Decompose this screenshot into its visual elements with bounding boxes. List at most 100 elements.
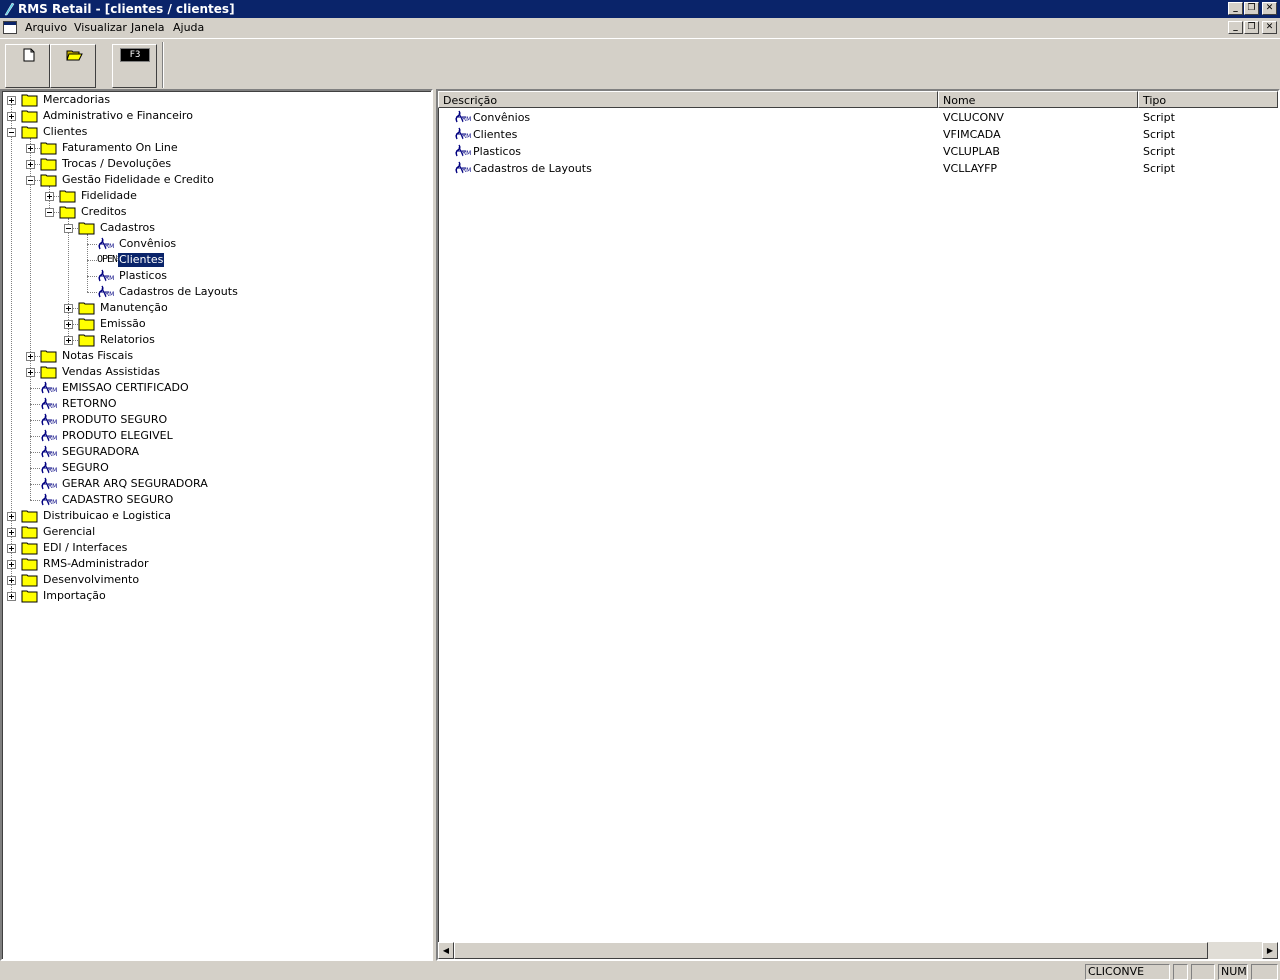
collapse-minus-icon[interactable] xyxy=(45,208,54,217)
list-cell-nome: VFIMCADA xyxy=(943,128,1001,141)
tree-item[interactable]: RMS PRODUTO ELEGIVEL xyxy=(2,428,427,444)
tree-item[interactable]: RMS EMISSAO CERTIFICADO xyxy=(2,380,427,396)
list-cell-nome: VCLUPLAB xyxy=(943,145,1000,158)
column-header-tipo[interactable]: Tipo xyxy=(1138,91,1278,108)
tree-item[interactable]: RMS CADASTRO SEGURO xyxy=(2,492,427,508)
tree-item-label: RMS-Administrador xyxy=(43,557,149,570)
close-button[interactable]: ✕ xyxy=(1262,2,1277,15)
tree-item[interactable]: RMS Plasticos xyxy=(2,268,427,284)
new-button[interactable] xyxy=(5,44,50,88)
document-window-icon[interactable] xyxy=(3,21,17,34)
tree-item[interactable]: RMS Convênios xyxy=(2,236,427,252)
tree-item[interactable]: Fidelidade xyxy=(2,188,427,204)
child-close-button[interactable]: ✕ xyxy=(1262,21,1277,34)
open-script-icon: OPEN xyxy=(97,254,118,265)
tree-item[interactable]: Relatorios xyxy=(2,332,427,348)
title-bar[interactable]: RMS Retail - [clientes / clientes] _ ❐ ✕ xyxy=(0,0,1280,18)
collapse-minus-icon[interactable] xyxy=(64,224,73,233)
status-bar: CLICONVE NUM xyxy=(0,962,1280,980)
expand-plus-icon[interactable] xyxy=(7,576,16,585)
menu-ajuda[interactable]: Ajuda xyxy=(173,21,204,34)
f3-button[interactable]: F3 xyxy=(112,44,157,88)
expand-plus-icon[interactable] xyxy=(64,304,73,313)
expand-plus-icon[interactable] xyxy=(26,368,35,377)
expand-plus-icon[interactable] xyxy=(64,336,73,345)
list-row[interactable]: RMSClientes VFIMCADA Script xyxy=(438,126,1278,143)
tree-item[interactable]: Manutenção xyxy=(2,300,427,316)
tree-item[interactable]: EDI / Interfaces xyxy=(2,540,427,556)
svg-text:RMS: RMS xyxy=(48,403,57,410)
svg-text:RMS: RMS xyxy=(462,116,471,123)
collapse-minus-icon[interactable] xyxy=(26,176,35,185)
horizontal-scrollbar[interactable]: ◀ ▶ xyxy=(438,942,1278,959)
status-pane-5 xyxy=(1251,964,1278,980)
expand-plus-icon[interactable] xyxy=(7,512,16,521)
column-header-descricao[interactable]: Descrição xyxy=(438,91,938,108)
tree-item[interactable]: RMS RETORNO xyxy=(2,396,427,412)
scroll-right-button[interactable]: ▶ xyxy=(1262,942,1278,959)
tree-item[interactable]: Administrativo e Financeiro xyxy=(2,108,427,124)
expand-plus-icon[interactable] xyxy=(7,592,16,601)
tree-item[interactable]: Gestão Fidelidade e Credito xyxy=(2,172,427,188)
list-row[interactable]: RMSPlasticos VCLUPLAB Script xyxy=(438,143,1278,160)
tree-item-label: Administrativo e Financeiro xyxy=(43,109,193,122)
tree-item-label: GERAR ARQ SEGURADORA xyxy=(62,477,208,490)
menu-janela[interactable]: Janela xyxy=(131,21,165,34)
list-row[interactable]: RMSConvênios VCLUCONV Script xyxy=(438,109,1278,126)
expand-plus-icon[interactable] xyxy=(7,96,16,105)
collapse-minus-icon[interactable] xyxy=(7,128,16,137)
app-logo-icon xyxy=(4,2,15,16)
folder-icon xyxy=(78,301,95,315)
tree-item[interactable]: Vendas Assistidas xyxy=(2,364,427,380)
expand-plus-icon[interactable] xyxy=(26,144,35,153)
tree-item[interactable]: OPEN Clientes xyxy=(2,252,427,268)
tree-item[interactable]: Gerencial xyxy=(2,524,427,540)
tree-item[interactable]: RMS-Administrador xyxy=(2,556,427,572)
expand-plus-icon[interactable] xyxy=(7,560,16,569)
expand-plus-icon[interactable] xyxy=(64,320,73,329)
tree-item[interactable]: Notas Fiscais xyxy=(2,348,427,364)
scroll-left-button[interactable]: ◀ xyxy=(438,942,454,959)
folder-icon xyxy=(21,125,38,139)
expand-plus-icon[interactable] xyxy=(45,192,54,201)
tree-item[interactable]: Trocas / Devoluções xyxy=(2,156,427,172)
expand-plus-icon[interactable] xyxy=(7,544,16,553)
menu-arquivo[interactable]: Arquivo xyxy=(25,21,67,34)
script-icon: RMS xyxy=(97,285,118,299)
tree-item[interactable]: Desenvolvimento xyxy=(2,572,427,588)
minimize-button[interactable]: _ xyxy=(1228,2,1243,15)
tree-item[interactable]: RMS SEGURADORA xyxy=(2,444,427,460)
tree-item[interactable]: Emissão xyxy=(2,316,427,332)
list-row[interactable]: RMSCadastros de Layouts VCLLAYFP Script xyxy=(438,160,1278,177)
expand-plus-icon[interactable] xyxy=(26,352,35,361)
child-restore-button[interactable]: ❐ xyxy=(1244,21,1259,34)
restore-button[interactable]: ❐ xyxy=(1244,2,1259,15)
tree-item[interactable]: Mercadorias xyxy=(2,92,427,108)
tree-item[interactable]: RMS GERAR ARQ SEGURADORA xyxy=(2,476,427,492)
script-icon: RMS xyxy=(97,237,118,251)
tree-item[interactable]: RMS SEGURO xyxy=(2,460,427,476)
expand-plus-icon[interactable] xyxy=(26,160,35,169)
tree-item[interactable]: RMS PRODUTO SEGURO xyxy=(2,412,427,428)
scrollbar-thumb[interactable] xyxy=(454,942,1208,959)
folder-icon xyxy=(40,349,57,363)
column-header-nome[interactable]: Nome xyxy=(938,91,1138,108)
tree-item[interactable]: Clientes xyxy=(2,124,427,140)
tree-item[interactable]: Cadastros xyxy=(2,220,427,236)
open-button[interactable] xyxy=(50,44,96,88)
tree-item-label: Vendas Assistidas xyxy=(62,365,160,378)
list-cell-tipo: Script xyxy=(1143,128,1175,141)
navigation-tree[interactable]: Mercadorias Administrativo e Financeiro Cl… xyxy=(0,89,433,961)
tree-item[interactable]: Distribuicao e Logistica xyxy=(2,508,427,524)
tree-item[interactable]: Creditos xyxy=(2,204,427,220)
menu-visualizar[interactable]: Visualizar xyxy=(74,21,127,34)
content-list-view[interactable]: Descrição Nome Tipo RMSConvêniosVCLUCONV… xyxy=(436,89,1280,961)
expand-plus-icon[interactable] xyxy=(7,528,16,537)
tree-item[interactable]: Importação xyxy=(2,588,427,604)
tree-item[interactable]: RMS Cadastros de Layouts xyxy=(2,284,427,300)
child-minimize-button[interactable]: _ xyxy=(1228,21,1243,34)
expand-plus-icon[interactable] xyxy=(7,112,16,121)
svg-text:RMS: RMS xyxy=(48,435,57,442)
tree-item[interactable]: Faturamento On Line xyxy=(2,140,427,156)
tree-item-label: Desenvolvimento xyxy=(43,573,140,586)
